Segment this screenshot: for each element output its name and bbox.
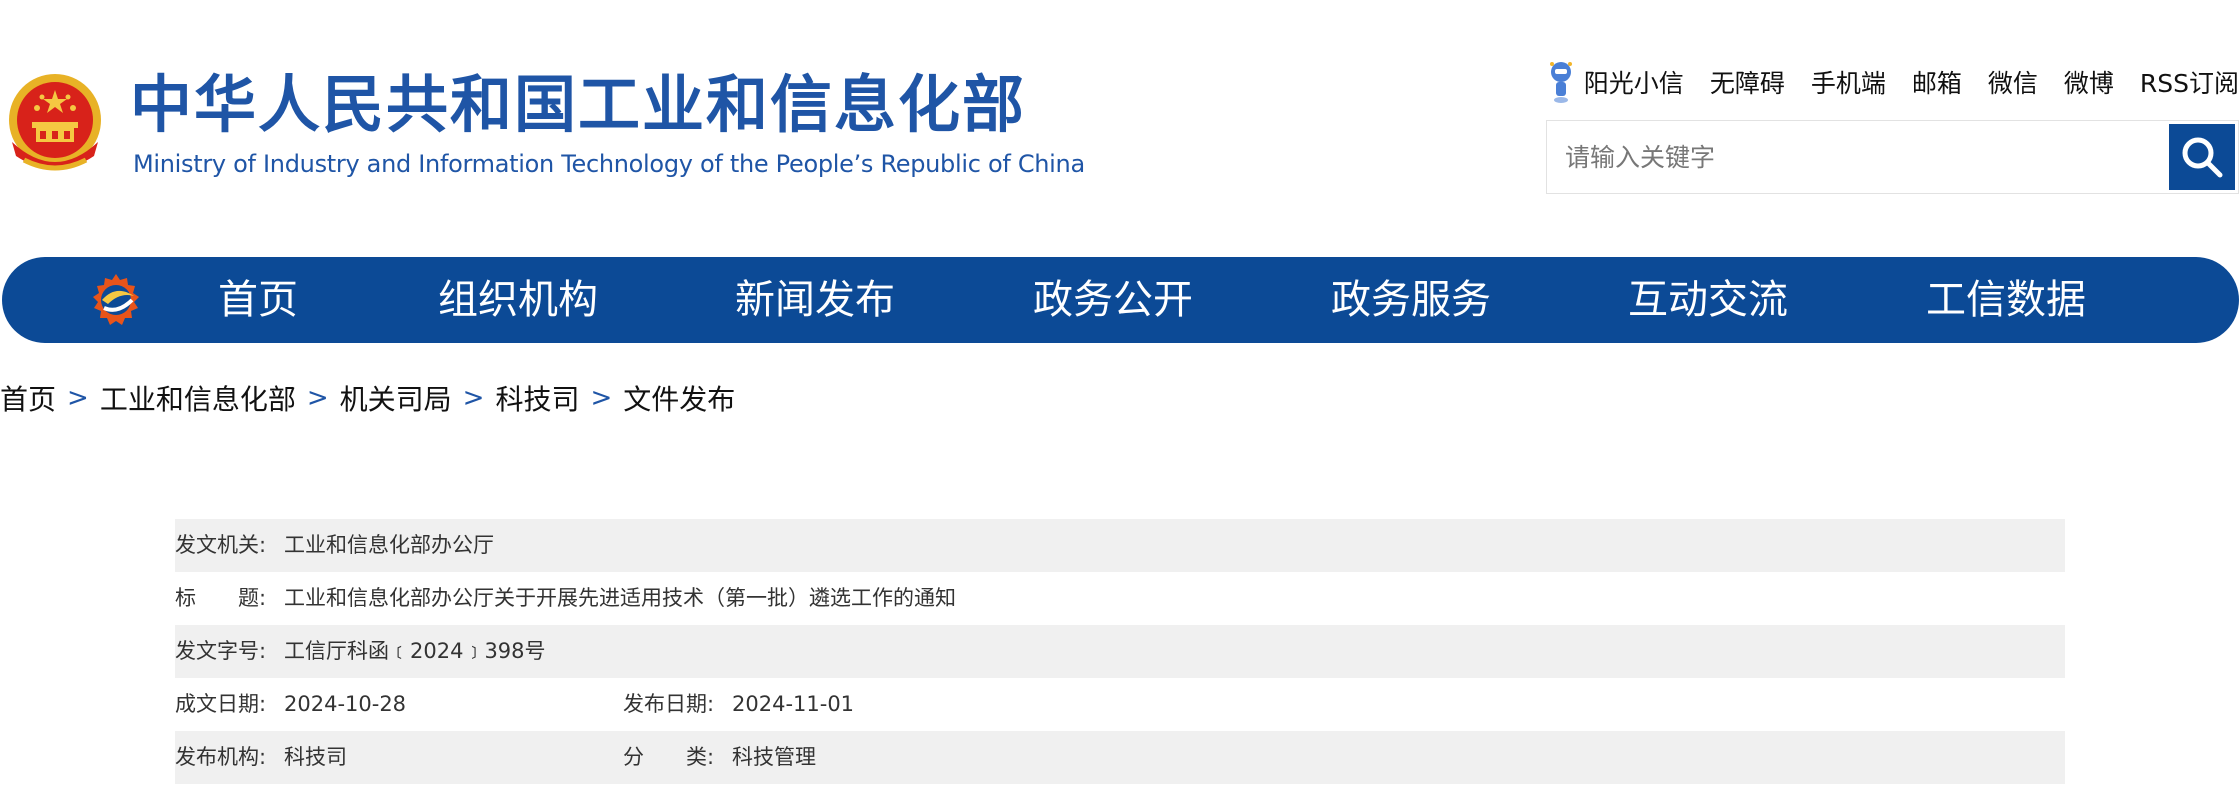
breadcrumb-miit[interactable]: 工业和信息化部: [100, 378, 296, 418]
published-date-label: 发布日期:: [623, 692, 715, 716]
title-label: 标 题:: [175, 586, 267, 610]
info-row-dates: 成文日期: 2024-10-28 发布日期: 2024-11-01: [175, 678, 2065, 731]
robot-assistant-icon[interactable]: [1546, 60, 1576, 104]
breadcrumb-departments[interactable]: 机关司局: [340, 378, 452, 418]
national-emblem-icon: [9, 74, 101, 171]
nav-news[interactable]: 新闻发布: [735, 257, 895, 343]
org-value: 科技司: [284, 745, 347, 769]
nav-government-services[interactable]: 政务服务: [1331, 257, 1491, 343]
category-label: 分 类:: [623, 745, 715, 769]
nav-interaction[interactable]: 互动交流: [1628, 257, 1788, 343]
nav-home[interactable]: 首页: [218, 257, 298, 343]
breadcrumb-tech-dept[interactable]: 科技司: [495, 378, 579, 418]
issuer-value: 工业和信息化部办公厅: [284, 533, 494, 557]
title-value: 工业和信息化部办公厅关于开展先进适用技术（第一批）遴选工作的通知: [284, 586, 956, 610]
toplink-sunshine[interactable]: 阳光小信: [1584, 64, 1684, 100]
main-nav: 首页 组织机构 新闻发布 政务公开 政务服务 互动交流 工信数据: [2, 257, 2239, 343]
info-row-org-category: 发布机构: 科技司 分 类: 科技管理: [175, 731, 2065, 784]
ministry-logo-icon: [93, 274, 139, 325]
toplink-weibo[interactable]: 微博: [2064, 64, 2114, 100]
info-row-issuer: 发文机关: 工业和信息化部办公厅: [175, 519, 2065, 572]
written-date-value: 2024-10-28: [284, 692, 407, 716]
nav-organization[interactable]: 组织机构: [438, 257, 598, 343]
breadcrumb-separator: >: [590, 383, 613, 413]
published-date-value: 2024-11-01: [732, 692, 855, 716]
written-date-label: 成文日期:: [175, 692, 267, 716]
breadcrumb-file-release[interactable]: 文件发布: [623, 378, 735, 418]
nav-government-affairs[interactable]: 政务公开: [1033, 257, 1193, 343]
nav-data[interactable]: 工信数据: [1926, 257, 2086, 343]
breadcrumb-separator: >: [462, 383, 485, 413]
breadcrumb-separator: >: [67, 383, 89, 413]
search-icon: [2182, 137, 2223, 178]
toplink-rss[interactable]: RSS订阅: [2140, 64, 2239, 100]
search-input[interactable]: [1547, 121, 2171, 193]
site-title: 中华人民共和国工业和信息化部: [130, 68, 1027, 141]
docno-label: 发文字号:: [175, 639, 267, 663]
info-row-docno: 发文字号: 工信厅科函﹝2024﹞398号: [175, 625, 2065, 678]
document-info-table: 发文机关: 工业和信息化部办公厅 标 题: 工业和信息化部办公厅关于开展先进适用…: [175, 519, 2065, 784]
breadcrumb-home[interactable]: 首页: [0, 378, 56, 418]
org-label: 发布机构:: [175, 745, 267, 769]
top-links: 阳光小信 无障碍 手机端 邮箱 微信 微博 RSS订阅: [1546, 60, 2239, 104]
breadcrumb: 首页 > 工业和信息化部 > 机关司局 > 科技司 > 文件发布: [0, 378, 735, 418]
category-value: 科技管理: [732, 745, 816, 769]
toplink-mail[interactable]: 邮箱: [1912, 64, 1962, 100]
toplink-mobile[interactable]: 手机端: [1811, 64, 1886, 100]
info-row-title: 标 题: 工业和信息化部办公厅关于开展先进适用技术（第一批）遴选工作的通知: [175, 572, 2065, 625]
breadcrumb-separator: >: [306, 383, 329, 413]
docno-value: 工信厅科函﹝2024﹞398号: [284, 639, 546, 663]
search-button[interactable]: [2169, 124, 2235, 190]
toplink-accessibility[interactable]: 无障碍: [1710, 64, 1785, 100]
site-subtitle: Ministry of Industry and Information Tec…: [133, 150, 1085, 178]
search-box: [1546, 120, 2239, 194]
toplink-wechat[interactable]: 微信: [1988, 64, 2038, 100]
issuer-label: 发文机关:: [175, 533, 267, 557]
